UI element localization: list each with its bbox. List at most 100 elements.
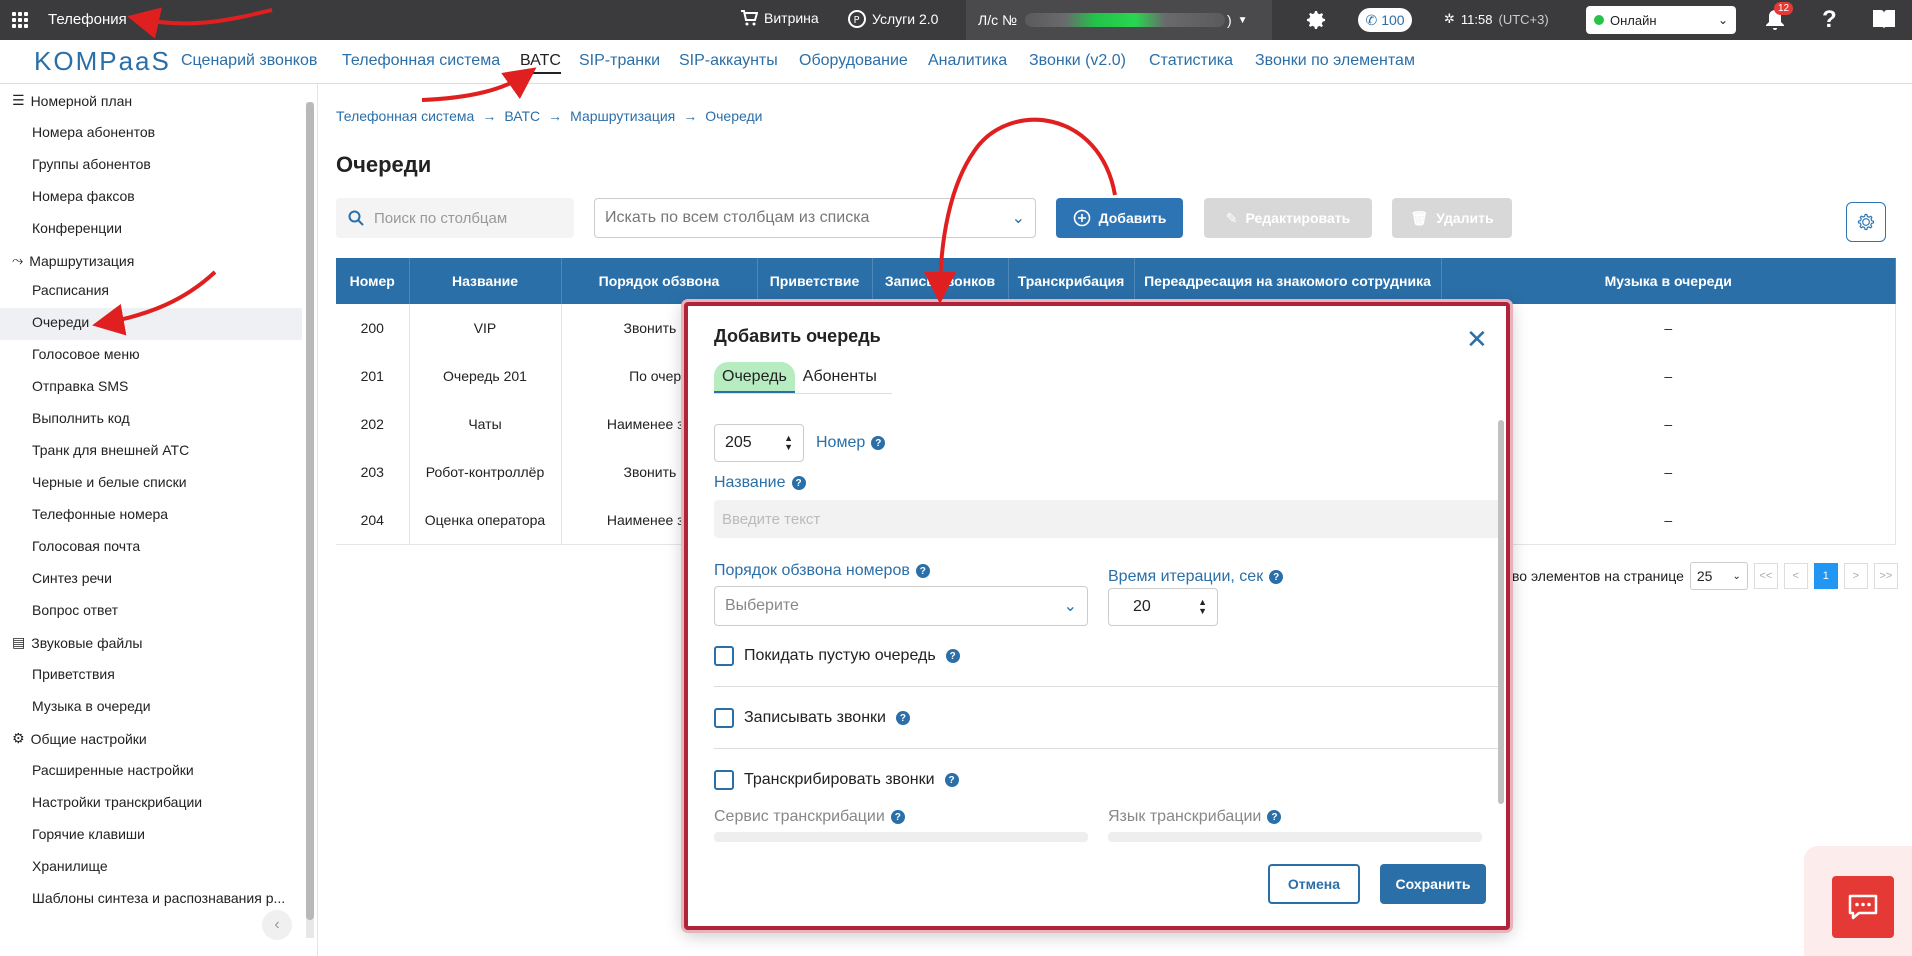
help-icon[interactable]: ? bbox=[945, 649, 960, 663]
help-icon[interactable]: ? bbox=[895, 711, 910, 725]
save-button[interactable]: Сохранить bbox=[1380, 864, 1486, 904]
number-stepper[interactable]: 205 ▲ ▼ bbox=[714, 424, 804, 462]
sidebar-item-queue-music[interactable]: Музыка в очереди bbox=[32, 698, 151, 714]
nav-equipment[interactable]: Оборудование bbox=[799, 52, 908, 70]
sidebar-item-greetings[interactable]: Приветствия bbox=[32, 666, 115, 682]
sidebar-group-sound-files[interactable]: ▤ Звуковые файлы bbox=[12, 634, 142, 651]
call-order-select[interactable]: Выберите ⌄ bbox=[714, 586, 1088, 626]
sidebar-item-transcription-settings[interactable]: Настройки транскрибации bbox=[32, 794, 202, 810]
sidebar-item-hotkeys[interactable]: Горячие клавиши bbox=[32, 826, 145, 842]
sidebar-group-routing[interactable]: ⤳ Маршрутизация bbox=[12, 252, 134, 269]
stepper-arrows-icon[interactable]: ▲ ▼ bbox=[1198, 598, 1207, 616]
nav-calls-by-elements[interactable]: Звонки по элементам bbox=[1255, 52, 1415, 70]
chat-button[interactable] bbox=[1832, 876, 1894, 938]
record-calls-checkbox[interactable]: Записывать звонки ? bbox=[714, 708, 910, 728]
checkbox-box[interactable] bbox=[714, 770, 734, 790]
col-transcription[interactable]: Транскрибация bbox=[1008, 258, 1135, 304]
app-title[interactable]: Телефония bbox=[48, 11, 127, 28]
checkbox-box[interactable] bbox=[714, 646, 734, 666]
col-queue-music[interactable]: Музыка в очереди bbox=[1441, 258, 1896, 304]
leave-empty-checkbox[interactable]: Покидать пустую очередь ? bbox=[714, 646, 960, 666]
search-input[interactable]: Поиск по столбцам bbox=[336, 198, 574, 238]
help-icon[interactable]: ? bbox=[1822, 6, 1837, 34]
vitrina-link[interactable]: Витрина bbox=[740, 10, 819, 26]
help-icon[interactable]: ? bbox=[871, 436, 886, 450]
sidebar-item-templates[interactable]: Шаблоны синтеза и распознавания р... bbox=[32, 890, 285, 906]
col-record-calls[interactable]: Запись звонков bbox=[872, 258, 1009, 304]
checkbox-box[interactable] bbox=[714, 708, 734, 728]
col-number[interactable]: Номер bbox=[336, 258, 410, 304]
nav-phone-system[interactable]: Телефонная система bbox=[342, 52, 500, 70]
col-name[interactable]: Название bbox=[409, 258, 562, 304]
name-input[interactable]: Введите текст bbox=[714, 500, 1504, 538]
breadcrumb-phone-system[interactable]: Телефонная система bbox=[336, 108, 474, 124]
sidebar-item-phone-numbers[interactable]: Телефонные номера bbox=[32, 506, 168, 522]
page-1-button[interactable]: 1 bbox=[1813, 563, 1838, 589]
collapse-sidebar-button[interactable]: ‹ bbox=[262, 910, 292, 940]
dialog-scrollbar[interactable] bbox=[1498, 420, 1504, 804]
edit-button[interactable]: ✎ Редактировать bbox=[1204, 198, 1372, 238]
sidebar-scrollbar[interactable] bbox=[306, 102, 314, 938]
sidebar-item-advanced-settings[interactable]: Расширенные настройки bbox=[32, 762, 194, 778]
sidebar-item-run-code[interactable]: Выполнить код bbox=[32, 410, 130, 426]
help-icon[interactable]: ? bbox=[890, 810, 905, 824]
sidebar-item-send-sms[interactable]: Отправка SMS bbox=[32, 378, 128, 394]
nav-statistics[interactable]: Статистика bbox=[1149, 52, 1233, 70]
tab-subscribers[interactable]: Абоненты bbox=[795, 362, 885, 393]
nav-vats[interactable]: ВАТС bbox=[520, 52, 561, 74]
sidebar-group-numbering[interactable]: ☰ Номерной план bbox=[12, 92, 132, 109]
sidebar-item-speech-synthesis[interactable]: Синтез речи bbox=[32, 570, 112, 586]
col-call-order[interactable]: Порядок обзвона bbox=[561, 258, 758, 304]
per-page-select[interactable]: 25 ⌄ bbox=[1689, 562, 1748, 590]
first-page-button[interactable]: << bbox=[1753, 563, 1778, 589]
table-settings-button[interactable] bbox=[1846, 202, 1886, 242]
apps-grid-icon[interactable] bbox=[12, 12, 28, 28]
last-page-button[interactable]: >> bbox=[1873, 563, 1898, 589]
sidebar-item-subscriber-groups[interactable]: Группы абонентов bbox=[32, 156, 151, 172]
nav-analytics[interactable]: Аналитика bbox=[928, 52, 1007, 70]
kompaas-logo[interactable]: KOMPaaS bbox=[34, 46, 171, 77]
add-button[interactable]: Добавить bbox=[1056, 198, 1183, 238]
sidebar-item-voicemail[interactable]: Голосовая почта bbox=[32, 538, 140, 554]
sidebar-item-voice-menu[interactable]: Голосовое меню bbox=[32, 346, 140, 362]
services-link[interactable]: P Услуги 2.0 bbox=[848, 10, 938, 28]
nav-sip-accounts[interactable]: SIP-аккаунты bbox=[679, 52, 778, 70]
book-icon[interactable] bbox=[1872, 8, 1896, 30]
next-page-button[interactable]: > bbox=[1843, 563, 1868, 589]
sidebar-item-black-white-lists[interactable]: Черные и белые списки bbox=[32, 474, 187, 490]
help-icon[interactable]: ? bbox=[915, 564, 930, 578]
stepper-arrows-icon[interactable]: ▲ ▼ bbox=[784, 434, 793, 452]
sidebar-item-question-answer[interactable]: Вопрос ответ bbox=[32, 602, 118, 618]
nav-sip-trunks[interactable]: SIP-транки bbox=[579, 52, 660, 70]
cancel-button[interactable]: Отмена bbox=[1268, 864, 1360, 904]
help-icon[interactable]: ? bbox=[1269, 570, 1284, 584]
close-icon[interactable]: ✕ bbox=[1466, 324, 1488, 355]
nav-call-scenario[interactable]: Сценарий звонков bbox=[181, 52, 317, 70]
breadcrumb-vats[interactable]: ВАТС bbox=[504, 108, 540, 124]
sidebar-item-fax-numbers[interactable]: Номера факсов bbox=[32, 188, 135, 204]
sidebar-item-conferences[interactable]: Конференции bbox=[32, 220, 122, 236]
sidebar-item-storage[interactable]: Хранилище bbox=[32, 858, 108, 874]
sidebar-item-queues[interactable]: Очереди bbox=[32, 314, 89, 330]
col-greeting[interactable]: Приветствие bbox=[757, 258, 873, 304]
iteration-stepper[interactable]: 20 ▲ ▼ bbox=[1108, 588, 1218, 626]
help-icon[interactable]: ? bbox=[944, 773, 959, 787]
sidebar-scrollbar-thumb[interactable] bbox=[306, 102, 314, 920]
transcribe-calls-checkbox[interactable]: Транскрибировать звонки ? bbox=[714, 770, 959, 790]
prev-page-button[interactable]: < bbox=[1783, 563, 1808, 589]
active-calls-badge[interactable]: ✆ 100 bbox=[1358, 8, 1412, 32]
col-forward-known-employee[interactable]: Переадресация на знакомого сотрудника bbox=[1134, 258, 1442, 304]
nav-calls-v2[interactable]: Звонки (v2.0) bbox=[1029, 52, 1126, 70]
transcribe-service-select[interactable] bbox=[714, 832, 1088, 842]
sidebar-item-schedules[interactable]: Расписания bbox=[32, 282, 109, 298]
sidebar-item-subscriber-numbers[interactable]: Номера абонентов bbox=[32, 124, 155, 140]
sidebar-group-general-settings[interactable]: ⚙ Общие настройки bbox=[12, 730, 147, 747]
transcribe-language-select[interactable] bbox=[1108, 832, 1482, 842]
help-icon[interactable]: ? bbox=[1267, 810, 1282, 824]
status-select[interactable]: Онлайн ⌄ bbox=[1586, 6, 1736, 34]
breadcrumb-queues[interactable]: Очереди bbox=[705, 108, 762, 124]
help-icon[interactable]: ? bbox=[791, 476, 806, 490]
column-filter-select[interactable]: Искать по всем столбцам из списка ⌄ bbox=[594, 198, 1036, 238]
tab-queue[interactable]: Очередь bbox=[714, 362, 795, 393]
delete-button[interactable]: 🗑 Удалить bbox=[1392, 198, 1512, 238]
